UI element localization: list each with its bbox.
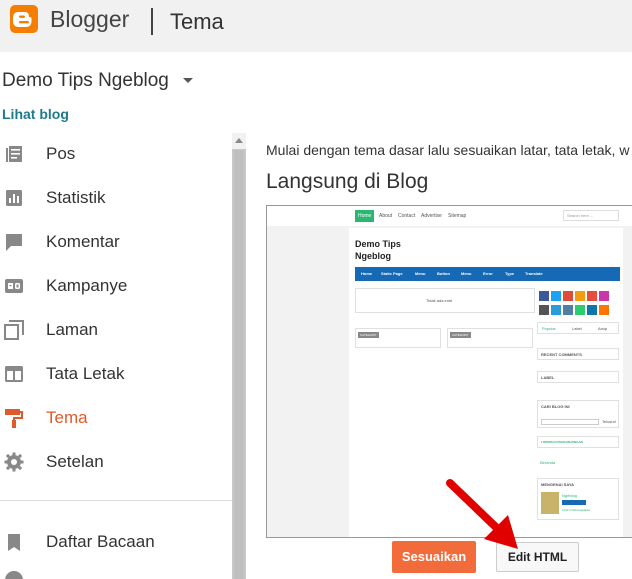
view-blog-link[interactable]: Lihat blog: [2, 106, 69, 122]
preview-search-button: Telusuri: [602, 419, 616, 424]
theme-intro-text: Mulai dengan tema dasar lalu sesuaikan l…: [266, 142, 630, 158]
preview-category-box: CATEGORY: [355, 328, 441, 348]
preview-widget: LABEL: [537, 371, 619, 383]
preview-tab: Arsip: [598, 326, 608, 331]
preview-widget: RECENT COMMENTS: [537, 348, 619, 360]
scrollbar-thumb[interactable]: [234, 150, 244, 579]
preview-title-line: Demo Tips: [355, 239, 401, 249]
preview-widget: MENGENAI SAYA Ngeblog Lihat profil lengk…: [537, 478, 619, 520]
preview-category-label: CATEGORY: [358, 332, 379, 338]
preview-top-nav: Home About Contact Advertise Sitemap Sea…: [267, 206, 632, 226]
preview-title-line: Ngeblog: [355, 251, 391, 261]
preview-tab: Popular: [542, 326, 556, 331]
preview-empty-text: Tidak ada entri: [426, 298, 453, 303]
sidebar-item-reading-list[interactable]: Daftar Bacaan: [0, 522, 232, 562]
preview-post-area: Tidak ada entri: [355, 288, 535, 313]
preview-menu-item: Type: [505, 271, 515, 276]
stats-icon: [6, 190, 22, 206]
sidebar-item-label: Daftar Bacaan: [46, 532, 155, 551]
current-theme-title: Langsung di Blog: [266, 170, 429, 193]
preview-search-input: [541, 419, 599, 425]
red-arrow-annotation: [446, 479, 518, 549]
preview-tab: Label: [572, 326, 582, 331]
top-bar: Blogger Tema: [0, 0, 632, 52]
preview-search-box: Search here ...: [563, 210, 619, 221]
preview-menu-item: Menu: [415, 271, 426, 276]
preview-widget-title: LOPERIAN PENGUNJUNGAN: [541, 440, 583, 444]
title-divider: [151, 8, 153, 35]
paint-roller-icon: [5, 409, 23, 428]
sidebar-item-settings[interactable]: Setelan: [0, 442, 232, 482]
preview-menu-item: Error: [483, 271, 493, 276]
posts-icon: [6, 146, 22, 162]
app-title: Blogger: [50, 6, 130, 32]
ad-icon: [5, 279, 23, 293]
sidebar-item-pages[interactable]: Laman: [0, 310, 232, 350]
preview-profile-name: Ngeblog: [562, 493, 577, 498]
comment-icon: [6, 234, 22, 251]
sidebar-item-label: Komentar: [46, 232, 120, 251]
preview-blog-title: Demo Tips Ngeblog: [355, 238, 401, 262]
blogger-logo-icon[interactable]: [10, 5, 38, 33]
sidebar-item-label: Kampanye: [46, 276, 128, 295]
scroll-up-arrow-icon[interactable]: [232, 133, 246, 149]
sidebar-item-label: Setelan: [46, 452, 104, 471]
preview-menu-item: Static Page: [381, 271, 403, 276]
sidebar-item-label: Tema: [46, 408, 88, 427]
sidebar-item-label: Pos: [46, 144, 76, 163]
preview-nav-item: Sitemap: [448, 213, 467, 219]
sidebar-divider: [0, 500, 232, 501]
preview-widget: CARI BLOG INI Telusuri: [537, 400, 619, 428]
section-title: Tema: [170, 9, 224, 34]
preview-nav-item: Contact: [398, 213, 416, 219]
preview-follow-badge: [562, 500, 586, 505]
preview-category-box: CATEGORY: [447, 328, 533, 348]
preview-avatar: [541, 492, 559, 514]
blog-selector[interactable]: Demo Tips Ngeblog: [2, 70, 169, 92]
preview-nav-item: About: [379, 213, 393, 219]
pages-icon: [4, 320, 24, 340]
preview-counter-text: Beranda: [540, 460, 556, 465]
preview-profile-link: Lihat profil lengkapku: [562, 508, 591, 512]
preview-menu-item: Button: [437, 271, 450, 276]
preview-menu-item: Translate: [525, 271, 543, 276]
preview-widget-title: CARI BLOG INI: [541, 404, 570, 409]
preview-category-label: CATEGORY: [450, 332, 471, 338]
preview-menu-bar: Home Static Page Menu Button Menu Error …: [355, 267, 620, 281]
chevron-down-icon[interactable]: [183, 78, 193, 83]
sidebar-item-posts[interactable]: Pos: [0, 134, 232, 174]
sidebar-item-comments[interactable]: Komentar: [0, 222, 232, 262]
sidebar-item-layout[interactable]: Tata Letak: [0, 354, 232, 394]
bookmark-icon: [8, 534, 20, 551]
layout-icon: [5, 366, 23, 382]
preview-widget-title: RECENT COMMENTS: [541, 352, 582, 357]
sidebar-item-label: Statistik: [46, 188, 106, 207]
preview-menu-item: Menu: [461, 271, 472, 276]
help-icon[interactable]: [4, 570, 24, 579]
preview-widget-title: MENGENAI SAYA: [541, 482, 575, 487]
sidebar-item-label: Laman: [46, 320, 98, 339]
sidebar-item-campaigns[interactable]: Kampanye: [0, 266, 232, 306]
gear-icon: [4, 452, 24, 472]
sidebar-item-label: Tata Letak: [46, 364, 125, 383]
sidebar-item-stats[interactable]: Statistik: [0, 178, 232, 218]
preview-widget-title: LABEL: [541, 375, 555, 380]
preview-widget: LOPERIAN PENGUNJUNGAN: [537, 436, 619, 448]
preview-tabs: Popular Label Arsip: [537, 322, 619, 334]
preview-menu-item: Home: [361, 271, 373, 276]
preview-nav-item: Home: [355, 210, 375, 222]
preview-nav-item: Advertise: [421, 213, 442, 219]
sidebar-item-theme[interactable]: Tema: [0, 398, 232, 438]
